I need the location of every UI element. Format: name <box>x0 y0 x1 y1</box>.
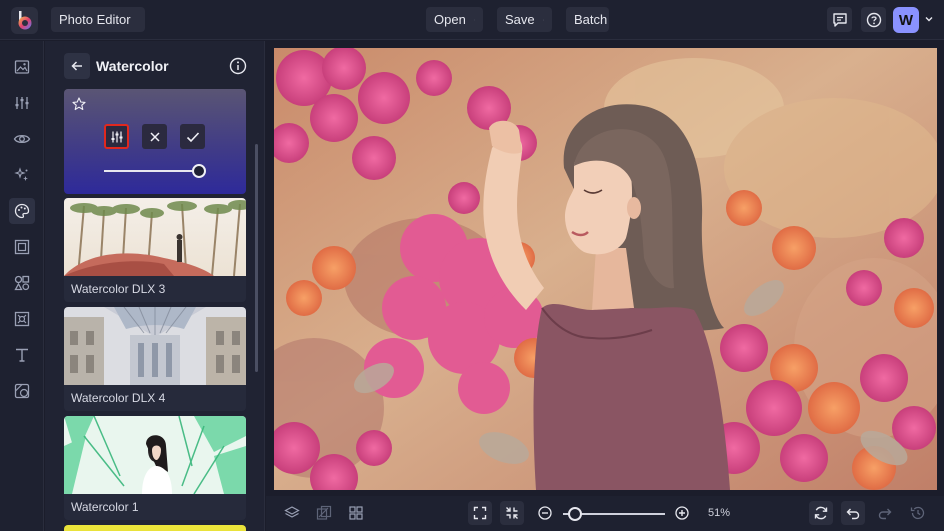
undo-icon <box>846 508 860 520</box>
rail-item-textures[interactable] <box>9 306 35 332</box>
batch-button[interactable]: Batch <box>566 7 609 32</box>
overlay-icon <box>14 383 30 399</box>
chevron-down-icon <box>542 19 544 20</box>
rail-item-adjust[interactable] <box>9 90 35 116</box>
rail-item-overlays[interactable] <box>9 378 35 404</box>
intensity-slider-track[interactable] <box>104 170 199 172</box>
rail-item-artsy[interactable] <box>9 198 35 224</box>
filter-card-next[interactable] <box>64 525 246 531</box>
check-icon <box>186 131 199 142</box>
zoom-level: 51% <box>708 507 731 519</box>
save-label: Save <box>505 12 535 27</box>
rail-item-edit[interactable] <box>9 54 35 80</box>
history-icon <box>910 506 925 520</box>
shrink-icon <box>506 507 518 519</box>
open-button[interactable]: Open <box>426 7 483 32</box>
filter-label: Watercolor DLX 3 <box>71 282 166 296</box>
rail-item-text[interactable] <box>9 342 35 368</box>
filter-thumbnail <box>64 198 246 276</box>
help-icon <box>866 12 881 27</box>
texture-icon <box>14 311 30 327</box>
app-logo[interactable] <box>11 7 38 34</box>
rail-item-effects[interactable] <box>9 162 35 188</box>
magic-icon <box>14 167 28 181</box>
feedback-button[interactable] <box>827 7 852 32</box>
chevron-down-icon[interactable] <box>924 14 934 24</box>
filter-thumbnail <box>64 416 246 494</box>
logo-icon <box>18 10 31 29</box>
save-button[interactable]: Save <box>497 7 552 32</box>
graphics-icon <box>14 275 30 291</box>
palette-icon <box>14 203 30 219</box>
filter-card-watercolor-dlx-4[interactable]: Watercolor DLX 4 <box>64 307 246 411</box>
apply-filter-button[interactable] <box>180 124 205 149</box>
history-button[interactable] <box>906 501 930 525</box>
panel-title: Watercolor <box>96 58 169 74</box>
help-button[interactable] <box>861 7 886 32</box>
filter-label: Watercolor 1 <box>71 500 139 514</box>
batch-label: Batch <box>574 12 608 27</box>
refresh-icon <box>814 506 828 520</box>
zoom-slider-thumb[interactable] <box>568 507 582 521</box>
redo-icon <box>878 508 892 520</box>
close-icon <box>149 131 160 142</box>
intensity-slider-thumb[interactable] <box>192 164 206 178</box>
back-button[interactable] <box>64 53 90 79</box>
panel-scrollbar[interactable] <box>255 144 258 372</box>
effects-panel: Watercolor Watercolor DLX 3 Watercolor D… <box>45 41 265 531</box>
rail-item-touch-up[interactable] <box>9 126 35 152</box>
eye-icon <box>13 134 31 144</box>
grid-button[interactable] <box>344 501 368 525</box>
zoom-out-button[interactable] <box>533 501 557 525</box>
app-menu-button[interactable]: Photo Editor <box>51 7 145 32</box>
filter-card-watercolor-dlx-3[interactable]: Watercolor DLX 3 <box>64 198 246 302</box>
undo-button[interactable] <box>841 501 865 525</box>
open-label: Open <box>434 12 466 27</box>
image-icon <box>14 60 30 74</box>
text-icon <box>16 348 28 362</box>
sliders-icon <box>111 131 122 142</box>
star-icon[interactable] <box>72 97 86 111</box>
arrow-left-icon <box>71 61 82 71</box>
user-avatar[interactable]: W <box>893 7 919 33</box>
chevron-down-icon <box>473 19 475 20</box>
cancel-filter-button[interactable] <box>142 124 167 149</box>
watercolor-photo <box>274 48 937 490</box>
actual-size-button[interactable] <box>500 501 524 525</box>
app-menu-label: Photo Editor <box>59 12 131 27</box>
rail-item-graphics[interactable] <box>9 270 35 296</box>
photo-canvas[interactable] <box>274 48 937 490</box>
zoom-out-icon <box>538 506 552 520</box>
fit-screen-button[interactable] <box>468 501 492 525</box>
filter-thumbnail <box>64 307 246 385</box>
filter-label: Watercolor DLX 4 <box>71 391 166 405</box>
layers-icon <box>284 506 300 518</box>
layers-button[interactable] <box>280 501 304 525</box>
info-icon[interactable] <box>229 57 247 75</box>
adjust-icon <box>15 97 29 109</box>
reset-button[interactable] <box>809 501 833 525</box>
comment-icon <box>832 12 847 27</box>
grid-icon <box>349 506 363 520</box>
top-bar: Photo Editor Open Save Batch W <box>0 0 944 40</box>
compare-icon <box>316 505 332 520</box>
redo-button[interactable] <box>873 501 897 525</box>
expand-icon <box>473 506 487 520</box>
rail-item-frames[interactable] <box>9 234 35 260</box>
frame-icon <box>14 239 30 255</box>
zoom-in-button[interactable] <box>670 501 694 525</box>
active-filter-card <box>64 89 246 194</box>
compare-button[interactable] <box>312 501 336 525</box>
filter-settings-button[interactable] <box>104 124 129 149</box>
bottom-toolbar <box>266 496 944 531</box>
filter-card-watercolor-1[interactable]: Watercolor 1 <box>64 416 246 520</box>
tool-rail <box>0 41 44 531</box>
zoom-in-icon <box>675 506 689 520</box>
